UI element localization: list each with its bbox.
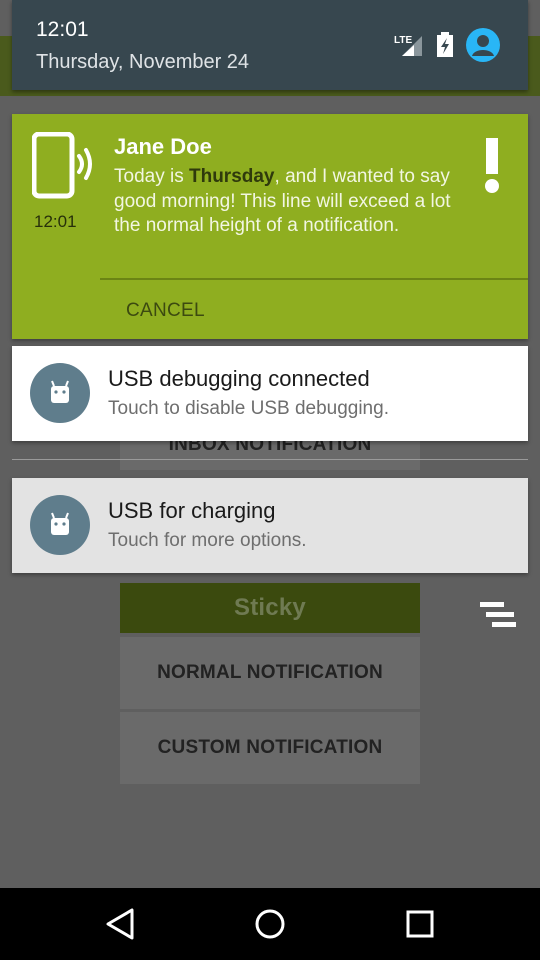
android-icon: [30, 495, 90, 555]
lte-signal-icon: LTE: [394, 35, 422, 56]
phone-vibrate-icon: [32, 132, 92, 199]
header-time: 12:01: [36, 18, 89, 41]
quick-settings-header[interactable]: 12:01 Thursday, November 24 LTE: [12, 0, 528, 90]
notification-divider: [100, 278, 528, 280]
screen: INBOX NOTIFICATION Sticky NORMAL NOTIFIC…: [0, 0, 540, 960]
battery-charging-icon: [437, 32, 453, 57]
header-date: Thursday, November 24: [36, 51, 250, 73]
usb-debugging-title: USB debugging connected: [108, 366, 370, 391]
dismiss-all-icon[interactable]: [478, 600, 518, 630]
notification-body: Today is Thursday, and I wanted to say g…: [114, 165, 454, 239]
usb-debugging-subtitle: Touch to disable USB debugging.: [108, 398, 389, 419]
lte-label: LTE: [394, 35, 412, 46]
sticky-button[interactable]: Sticky: [120, 583, 420, 633]
body-prefix: Today is: [114, 166, 189, 187]
back-icon[interactable]: [102, 906, 138, 942]
jane-doe-notification[interactable]: 12:01 Jane Doe Today is Thursday, and I …: [12, 114, 528, 339]
header-icons: LTE: [394, 28, 500, 62]
exclamation-icon: [485, 138, 499, 193]
normal-notification-button[interactable]: NORMAL NOTIFICATION: [120, 637, 420, 709]
navigation-bar: [0, 888, 540, 960]
notification-title: Jane Doe: [114, 134, 212, 159]
cancel-button[interactable]: CANCEL: [126, 300, 205, 322]
usb-debugging-notification[interactable]: USB debugging connected Touch to disable…: [12, 346, 528, 441]
home-icon[interactable]: [252, 906, 288, 942]
body-bold: Thursday: [188, 166, 275, 187]
usb-charging-notification[interactable]: USB for charging Touch for more options.: [12, 478, 528, 573]
custom-notification-button[interactable]: CUSTOM NOTIFICATION: [120, 712, 420, 784]
usb-charging-subtitle: Touch for more options.: [108, 530, 307, 551]
notification-time: 12:01: [34, 212, 77, 231]
section-divider: [12, 459, 528, 460]
recents-icon[interactable]: [402, 906, 438, 942]
usb-charging-title: USB for charging: [108, 498, 276, 523]
android-icon: [30, 363, 90, 423]
user-avatar-icon[interactable]: [466, 28, 500, 62]
